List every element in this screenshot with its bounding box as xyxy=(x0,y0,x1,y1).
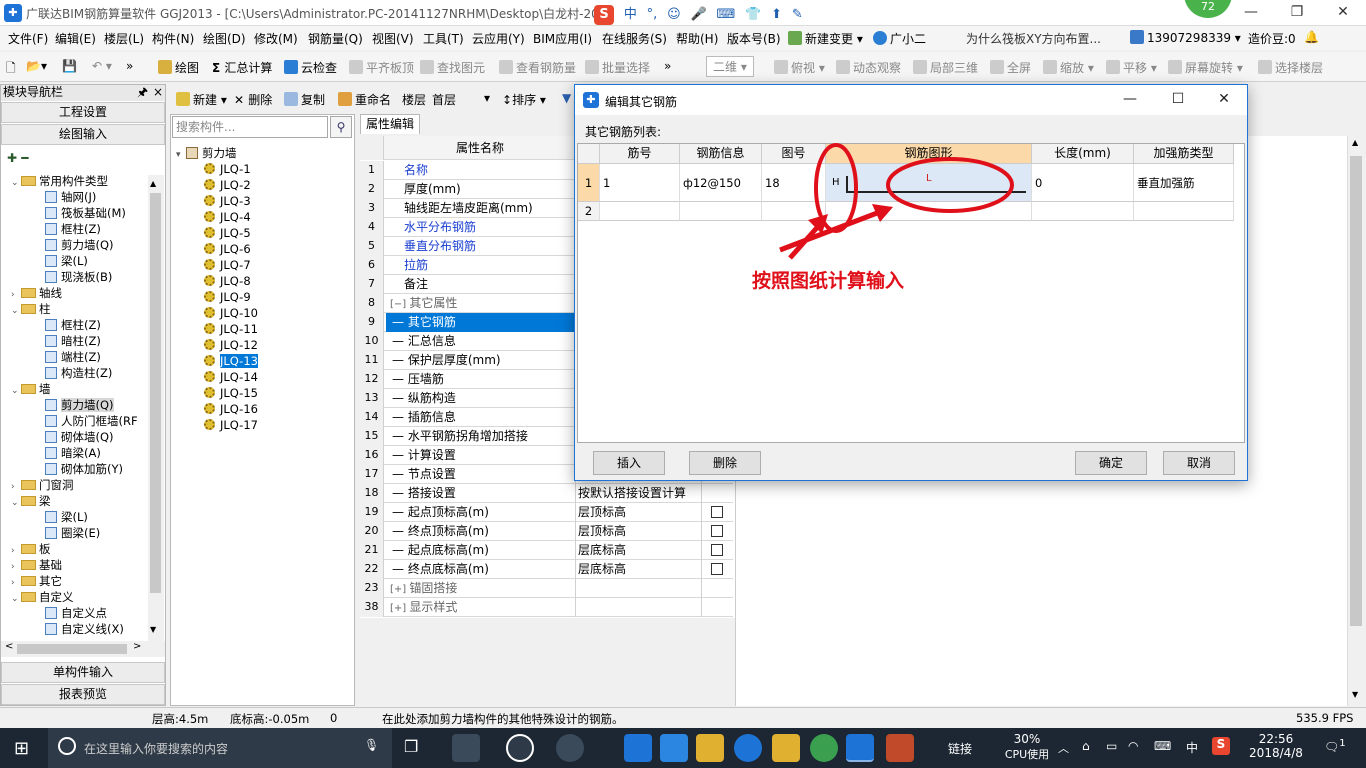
notification-count: 1 xyxy=(1339,738,1346,749)
taskbar-search-box[interactable]: 在这里输入你要搜索的内容 🎙 xyxy=(48,728,392,768)
notes-icon[interactable] xyxy=(772,734,800,762)
windows-start-icon[interactable]: ⊞ xyxy=(14,738,29,759)
cpu-usage[interactable]: 30% CPU使用 xyxy=(1002,732,1052,762)
windows-taskbar: ⊞ 在这里输入你要搜索的内容 🎙 ❐ 链接 30% CPU使用 ︿ ⌂ ▭ ◠ … xyxy=(0,728,1366,768)
task-view-icon[interactable]: ❐ xyxy=(404,737,418,756)
fan-app-icon[interactable] xyxy=(452,734,480,762)
ie-browser-icon[interactable] xyxy=(506,734,534,762)
annotation-arrow-2 xyxy=(779,207,886,253)
wifi-icon[interactable]: ◠ xyxy=(1128,739,1138,753)
clock-time: 22:56 xyxy=(1258,732,1294,746)
edge-icon[interactable] xyxy=(624,734,652,762)
tray-expand-icon[interactable]: ︿ xyxy=(1058,740,1069,756)
sogou-tray-icon[interactable]: S xyxy=(1212,737,1230,755)
browser-icon[interactable] xyxy=(556,734,584,762)
taskbar-search-placeholder: 在这里输入你要搜索的内容 xyxy=(84,742,229,756)
tray-ime-label[interactable]: 中 xyxy=(1186,739,1198,756)
annotation-circle-l xyxy=(886,157,1014,213)
clock-date: 2018/4/8 xyxy=(1249,746,1303,760)
microphone-icon[interactable]: 🎙 xyxy=(364,738,379,752)
action-center-icon[interactable]: 🗨1 xyxy=(1324,738,1346,754)
ie-icon[interactable] xyxy=(660,734,688,762)
annotation-overlay xyxy=(779,143,1014,260)
cortana-icon xyxy=(58,737,76,755)
glodon-g-icon[interactable] xyxy=(734,734,762,762)
network-icon[interactable]: ▭ xyxy=(1106,739,1117,753)
cpu-percent: 30% xyxy=(1013,732,1041,746)
file-explorer-icon[interactable] xyxy=(696,734,724,762)
pdf-icon[interactable] xyxy=(886,734,914,762)
annotation-text: 按照图纸计算输入 xyxy=(752,270,905,292)
ggj-active-icon[interactable] xyxy=(846,734,874,762)
360-icon[interactable] xyxy=(810,734,838,762)
tray-app-icon[interactable]: ⌂ xyxy=(1082,739,1090,753)
clock[interactable]: 22:56 2018/4/8 xyxy=(1246,732,1306,760)
cpu-label: CPU使用 xyxy=(1004,748,1050,761)
tray-link-label[interactable]: 链接 xyxy=(948,740,972,757)
keyboard-icon[interactable]: ⌨ xyxy=(1154,739,1171,753)
